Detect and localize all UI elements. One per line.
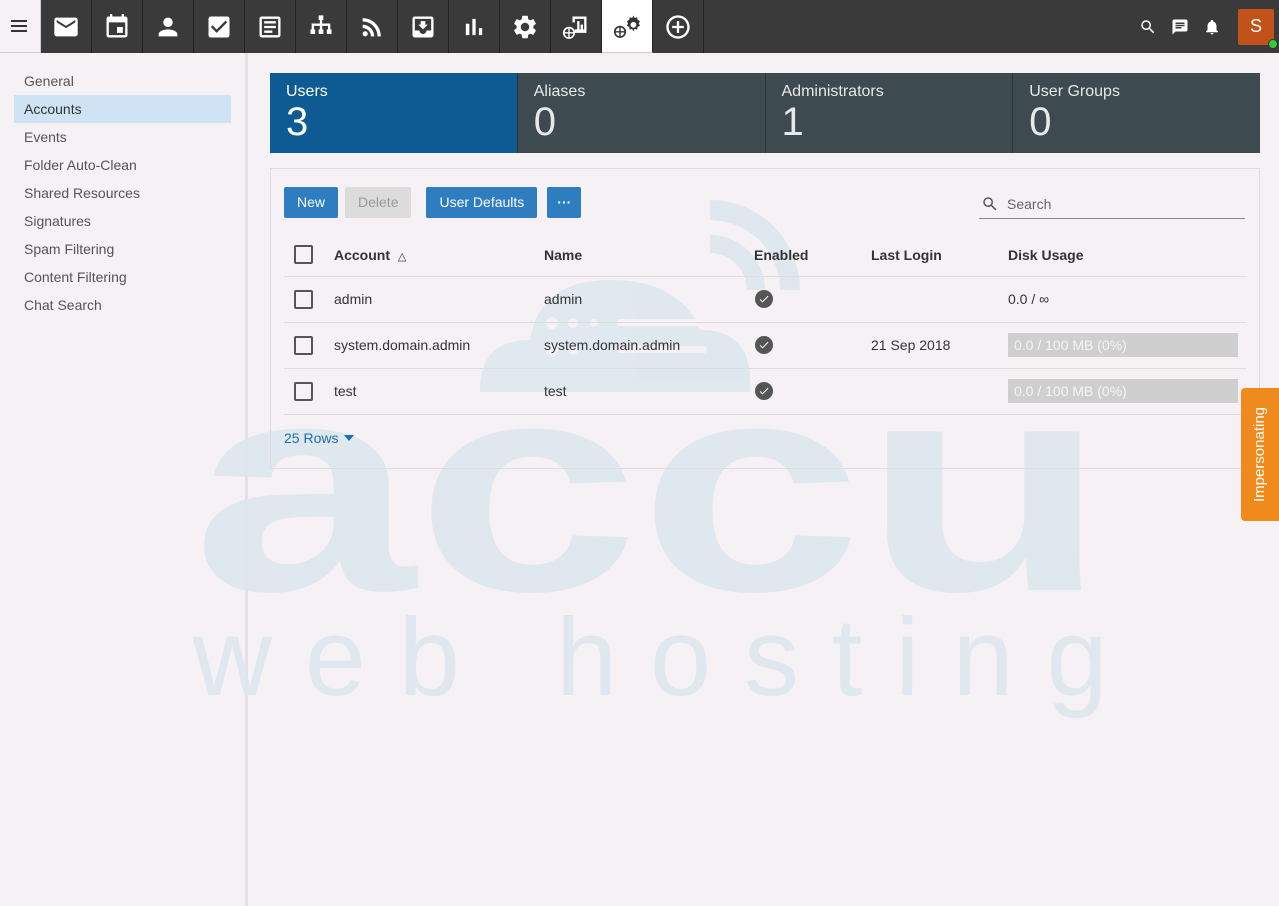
reports-icon[interactable]: [449, 0, 500, 53]
stat-value: 3: [286, 100, 309, 144]
sidebar-item-events[interactable]: Events: [14, 123, 231, 151]
row-checkbox[interactable]: [294, 289, 313, 309]
rows-per-page-dropdown[interactable]: 25 Rows: [284, 430, 355, 446]
user-defaults-button[interactable]: User Defaults: [426, 187, 538, 218]
online-status-indicator: [1268, 38, 1278, 49]
table-row[interactable]: admin admin 0.0 / ∞: [284, 276, 1247, 323]
rows-per-page-label: 25 Rows: [284, 430, 339, 446]
impersonating-tab[interactable]: Impersonating: [1241, 388, 1279, 521]
add-icon[interactable]: [653, 0, 704, 53]
disk-usage-bar: 0.0 / 100 MB (0%): [1008, 379, 1238, 403]
stat-value: 0: [1029, 100, 1052, 144]
sidebar: General Accounts Events Folder Auto-Clea…: [0, 53, 248, 906]
sidebar-item-spam-filtering[interactable]: Spam Filtering: [14, 235, 231, 263]
row-checkbox[interactable]: [294, 381, 313, 401]
more-options-button[interactable]: ···: [547, 187, 582, 218]
menu-icon[interactable]: [0, 0, 41, 53]
column-enabled[interactable]: Enabled: [754, 234, 871, 277]
sidebar-item-chat-search[interactable]: Chat Search: [14, 291, 231, 319]
caret-down-icon: [344, 435, 355, 441]
cell-name: admin: [544, 276, 754, 323]
table-header-row: Account △ Name Enabled Last Login Disk U…: [284, 234, 1247, 277]
table-row[interactable]: system.domain.admin system.domain.admin …: [284, 322, 1247, 369]
column-account-label: Account: [334, 246, 390, 263]
disk-usage-bar: 0.0 / 100 MB (0%): [1008, 333, 1238, 357]
sidebar-item-folder-auto-clean[interactable]: Folder Auto-Clean: [14, 151, 231, 179]
select-all-checkbox[interactable]: [294, 245, 313, 265]
stat-aliases[interactable]: Aliases 0: [517, 73, 766, 153]
column-account[interactable]: Account △: [334, 234, 544, 277]
stat-label: Administrators: [781, 83, 884, 100]
cell-last-login: 21 Sep 2018: [871, 322, 1008, 369]
sitemap-icon[interactable]: [296, 0, 347, 53]
enabled-check-icon: [755, 336, 773, 354]
new-button[interactable]: New: [284, 187, 339, 218]
rss-icon[interactable]: [347, 0, 398, 53]
stat-user-groups[interactable]: User Groups 0: [1013, 73, 1260, 153]
contacts-icon[interactable]: [143, 0, 194, 53]
chat-icon[interactable]: [1164, 0, 1196, 53]
sidebar-item-accounts[interactable]: Accounts: [14, 95, 231, 123]
search-input[interactable]: [1007, 195, 1237, 212]
stat-users[interactable]: Users 3: [270, 73, 518, 153]
sidebar-item-general[interactable]: General: [14, 67, 231, 95]
cell-last-login: [871, 276, 1008, 323]
account-stats: Users 3 Aliases 0 Administrators 1 User …: [270, 73, 1260, 153]
cell-disk-usage: 0.0 / ∞: [1008, 276, 1247, 323]
delete-button[interactable]: Delete: [345, 187, 412, 218]
bell-icon[interactable]: [1196, 0, 1228, 53]
domain-reports-icon[interactable]: [551, 0, 602, 53]
stat-value: 0: [533, 100, 556, 144]
settings-icon[interactable]: [500, 0, 551, 53]
column-last-login[interactable]: Last Login: [871, 234, 1008, 277]
sidebar-item-shared-resources[interactable]: Shared Resources: [14, 179, 231, 207]
top-bar: S: [0, 0, 1279, 53]
avatar-initial: S: [1249, 16, 1262, 36]
stat-administrators[interactable]: Administrators 1: [765, 73, 1014, 153]
tasks-icon[interactable]: [194, 0, 245, 53]
impersonating-label: Impersonating: [1251, 406, 1269, 503]
cell-name: test: [544, 368, 754, 415]
notes-icon[interactable]: [245, 0, 296, 53]
column-disk-usage[interactable]: Disk Usage: [1008, 234, 1247, 277]
stat-label: Aliases: [533, 83, 586, 100]
stat-label: Users: [286, 83, 328, 100]
calendar-icon[interactable]: [92, 0, 143, 53]
search-box: [979, 189, 1245, 219]
enabled-check-icon: [755, 290, 773, 308]
cell-account: system.domain.admin: [334, 322, 544, 369]
accounts-panel: New Delete User Defaults ··· Account △ N…: [270, 168, 1260, 469]
sidebar-item-content-filtering[interactable]: Content Filtering: [14, 263, 231, 291]
watermark-text-web-hosting: web hosting: [192, 596, 1108, 719]
mail-icon[interactable]: [41, 0, 92, 53]
topbar-right: S: [1132, 0, 1279, 53]
toolbar: New Delete User Defaults ···: [284, 187, 582, 218]
search-icon[interactable]: [1132, 0, 1164, 53]
download-icon[interactable]: [398, 0, 449, 53]
cell-account: test: [334, 368, 544, 415]
table-row[interactable]: test test 0.0 / 100 MB (0%): [284, 368, 1247, 415]
domain-settings-icon[interactable]: [602, 0, 653, 53]
enabled-check-icon: [755, 382, 773, 400]
avatar[interactable]: S: [1238, 8, 1278, 49]
sort-ascending-icon: △: [397, 250, 407, 263]
cell-name: system.domain.admin: [544, 322, 754, 369]
cell-account: admin: [334, 276, 544, 323]
row-checkbox[interactable]: [294, 335, 313, 355]
sidebar-item-signatures[interactable]: Signatures: [14, 207, 231, 235]
stat-value: 1: [781, 100, 804, 144]
column-name[interactable]: Name: [544, 234, 754, 277]
cell-last-login: [871, 368, 1008, 415]
accounts-table: Account △ Name Enabled Last Login Disk U…: [284, 234, 1247, 415]
stat-label: User Groups: [1029, 83, 1120, 100]
search-icon: [983, 196, 997, 210]
